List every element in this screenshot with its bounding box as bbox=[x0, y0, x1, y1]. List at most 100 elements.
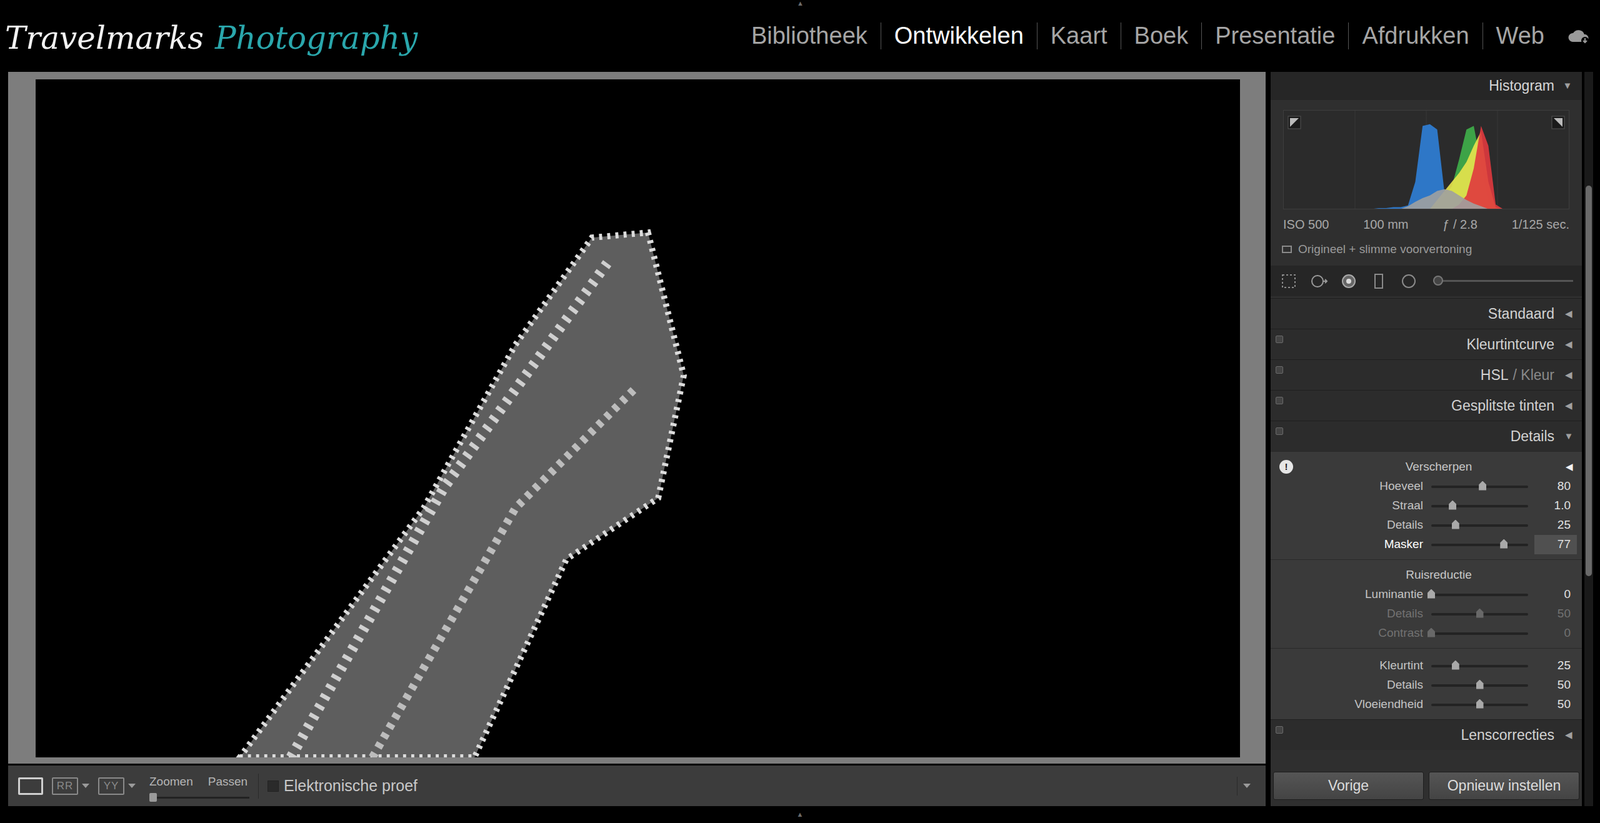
slider-row[interactable]: Hoeveel80 bbox=[1270, 476, 1582, 497]
module-tab[interactable]: Presentatie bbox=[1201, 22, 1349, 50]
crop-icon[interactable] bbox=[1279, 271, 1299, 291]
module-tab[interactable]: Afdrukken bbox=[1348, 22, 1482, 50]
zoom-label[interactable]: Passen bbox=[208, 773, 248, 792]
module-tab[interactable]: Web bbox=[1482, 22, 1558, 50]
chevron-down-icon[interactable] bbox=[1243, 783, 1251, 789]
slider-track[interactable] bbox=[1431, 543, 1529, 547]
logo[interactable]: TravelmarksPhotography bbox=[5, 10, 418, 62]
slider-thumb[interactable] bbox=[1451, 660, 1460, 670]
slider-value[interactable]: 25 bbox=[1534, 515, 1577, 535]
zoom-label[interactable]: Zoomen bbox=[149, 773, 194, 792]
slider-thumb[interactable] bbox=[1427, 589, 1435, 599]
loupe-view-icon[interactable] bbox=[18, 777, 44, 795]
cloud-sync-icon[interactable] bbox=[1566, 26, 1592, 46]
section-header[interactable]: Ruisreductie bbox=[1270, 565, 1582, 585]
slider-thumb[interactable] bbox=[1448, 500, 1457, 510]
module-tab[interactable]: Boek bbox=[1120, 22, 1202, 50]
slider-value[interactable]: 80 bbox=[1534, 476, 1577, 497]
panel-header[interactable]: Standaard◀ bbox=[1270, 298, 1582, 329]
brush-slider[interactable] bbox=[1433, 280, 1574, 282]
slider-value[interactable]: 0 bbox=[1534, 585, 1577, 605]
slider-value[interactable]: 77 bbox=[1534, 535, 1577, 555]
zoom-thumb[interactable] bbox=[149, 793, 157, 802]
slider-value[interactable]: 25 bbox=[1534, 656, 1577, 676]
panel-arrow[interactable]: ◀ bbox=[1563, 368, 1575, 383]
red-eye-icon[interactable] bbox=[1339, 271, 1359, 291]
scrollbar-thumb[interactable] bbox=[1585, 185, 1592, 577]
panel-switch-icon[interactable] bbox=[1275, 366, 1284, 374]
dropdown-caret-icon[interactable] bbox=[81, 783, 90, 789]
top-panel-toggle[interactable]: ▲ bbox=[796, 0, 804, 7]
panel-switch-icon[interactable] bbox=[1275, 335, 1284, 344]
slider-thumb[interactable] bbox=[1476, 699, 1484, 709]
slider-row[interactable]: Details25 bbox=[1270, 515, 1582, 535]
panel-switch-icon[interactable] bbox=[1275, 427, 1284, 435]
slider-thumb[interactable] bbox=[1451, 520, 1460, 530]
view-mode[interactable]: YY bbox=[98, 777, 136, 795]
slider-row[interactable]: Vloeiendheid50 bbox=[1270, 695, 1582, 715]
zoom-control[interactable]: Zoomen Passen bbox=[149, 773, 250, 800]
radial-filter-icon[interactable] bbox=[1399, 271, 1419, 291]
soft-proof-checkbox[interactable] bbox=[267, 780, 279, 792]
module-tab[interactable]: Ontwikkelen bbox=[880, 22, 1037, 50]
section-arrow[interactable]: ◀ bbox=[1559, 460, 1574, 475]
slider-row[interactable]: Luminantie0 bbox=[1270, 585, 1582, 605]
panel-scrollbar[interactable] bbox=[1584, 71, 1594, 807]
panel-switch-icon[interactable] bbox=[1275, 396, 1284, 405]
slider-track[interactable] bbox=[1431, 485, 1529, 489]
panel-header[interactable]: Gesplitste tinten◀ bbox=[1270, 390, 1582, 421]
slider-thumb[interactable] bbox=[1476, 680, 1484, 690]
dropdown-caret-icon[interactable] bbox=[128, 783, 136, 789]
panel-arrow[interactable]: ◀ bbox=[1563, 398, 1575, 414]
slider-thumb[interactable] bbox=[1478, 481, 1487, 491]
slider-row[interactable]: Straal 1.0 bbox=[1270, 496, 1582, 516]
compare-view-icon[interactable]: RR bbox=[51, 777, 79, 795]
panel-header[interactable]: HSL/ Kleur◀ bbox=[1270, 359, 1582, 390]
brush-slider-thumb[interactable] bbox=[1433, 275, 1444, 286]
shadow-clipping-icon[interactable] bbox=[1287, 114, 1302, 129]
slider-row[interactable]: Kleurtint25 bbox=[1270, 656, 1582, 676]
highlight-clipping-icon[interactable] bbox=[1551, 114, 1565, 129]
graduated-filter-icon[interactable] bbox=[1369, 271, 1389, 291]
soft-proof-toggle[interactable]: Elektronische proef bbox=[267, 774, 418, 799]
compare-view-icon[interactable]: YY bbox=[98, 777, 125, 795]
panel-header[interactable]: Lenscorrecties ◀ bbox=[1270, 719, 1582, 750]
warning-icon[interactable]: ! bbox=[1279, 460, 1294, 474]
soft-proof-label[interactable]: Elektronische proef bbox=[283, 774, 418, 799]
slider-value[interactable]: 1.0 bbox=[1534, 496, 1577, 516]
view-mode[interactable]: RR bbox=[51, 777, 90, 795]
slider-track[interactable] bbox=[1431, 593, 1529, 597]
previous-button[interactable]: Vorige bbox=[1273, 771, 1424, 800]
toolbar-menu-button[interactable] bbox=[1236, 776, 1256, 796]
slider-row[interactable]: Details50 bbox=[1270, 675, 1582, 695]
module-tab[interactable]: Kaart bbox=[1036, 22, 1121, 50]
panel-title: Lenscorrecties bbox=[1460, 726, 1555, 744]
panel-arrow[interactable]: ◀ bbox=[1563, 337, 1575, 352]
slider-track[interactable] bbox=[1431, 703, 1529, 707]
preview-icon bbox=[1281, 245, 1292, 254]
module-tab[interactable]: Bibliotheek bbox=[738, 22, 881, 50]
slider-label: Straal bbox=[1270, 496, 1432, 515]
panel-arrow[interactable]: ◀ bbox=[1563, 306, 1575, 322]
panel-header[interactable]: Kleurtintcurve◀ bbox=[1270, 328, 1582, 360]
slider-thumb[interactable] bbox=[1500, 539, 1508, 549]
slider-track[interactable] bbox=[1431, 524, 1529, 527]
slider-row[interactable]: Masker77 bbox=[1270, 535, 1582, 555]
bottom-panel-toggle[interactable]: ▲ bbox=[796, 809, 804, 820]
section-header[interactable]: !Verscherpen◀ bbox=[1270, 456, 1582, 477]
spot-removal-icon[interactable] bbox=[1309, 271, 1329, 291]
reset-button[interactable]: Opnieuw instellen bbox=[1428, 771, 1580, 800]
panel-arrow[interactable]: ▼ bbox=[1563, 429, 1575, 444]
panel-arrow[interactable]: ◀ bbox=[1563, 728, 1575, 743]
slider-track[interactable] bbox=[1431, 665, 1529, 668]
histogram-header[interactable]: Histogram▼ bbox=[1270, 71, 1582, 100]
panel-subtitle[interactable]: / Kleur bbox=[1513, 366, 1555, 384]
slider-value[interactable]: 50 bbox=[1534, 675, 1577, 695]
panel-switch-icon[interactable] bbox=[1275, 726, 1284, 734]
panel-header[interactable]: Details▼ bbox=[1270, 420, 1582, 452]
slider-track[interactable] bbox=[1431, 684, 1529, 687]
histogram-arrow[interactable]: ▼ bbox=[1561, 78, 1574, 94]
zoom-slider[interactable] bbox=[149, 796, 250, 799]
slider-track[interactable] bbox=[1431, 505, 1529, 508]
slider-value[interactable]: 50 bbox=[1534, 695, 1577, 715]
